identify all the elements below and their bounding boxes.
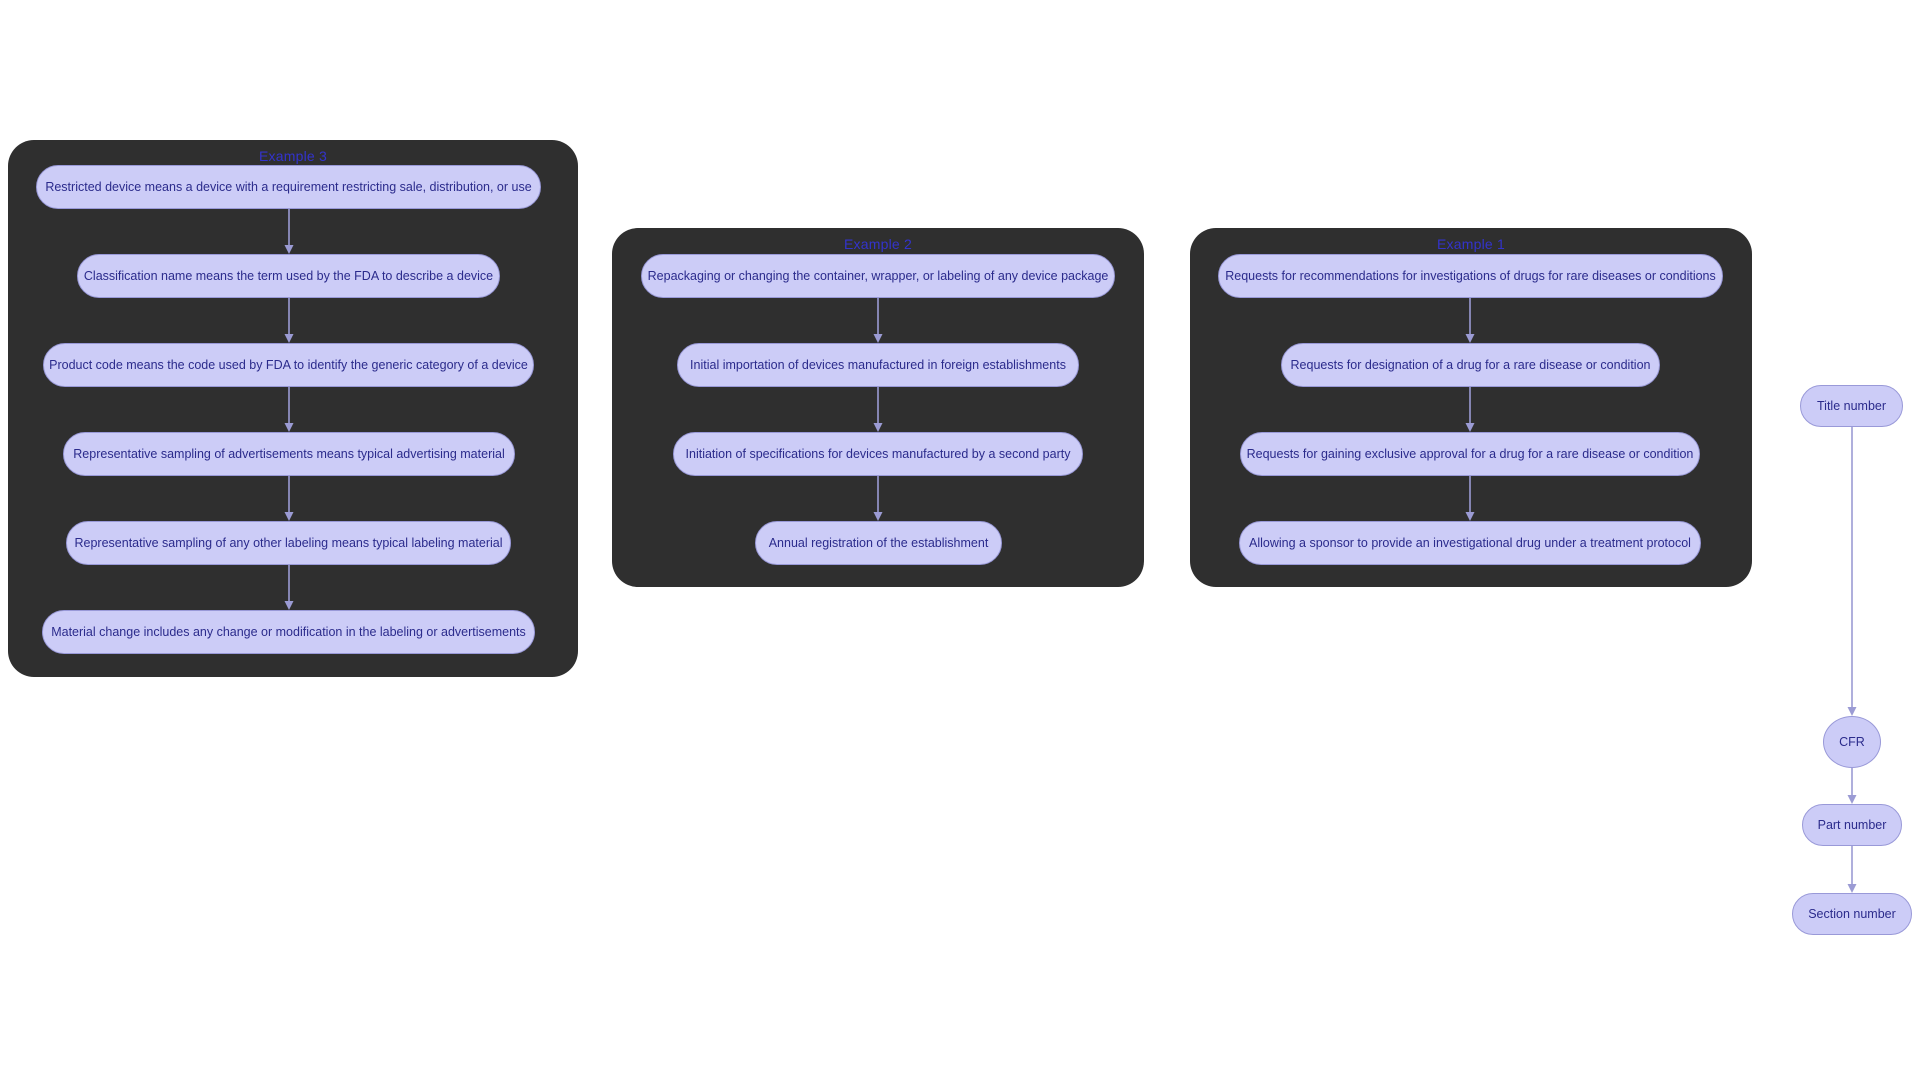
flow-node[interactable]: Annual registration of the establishment [755,521,1002,565]
subgraph-title-example-1: Example 1 [1437,236,1505,252]
subgraph-title-example-3: Example 3 [259,148,327,164]
flow-node[interactable]: Representative sampling of any other lab… [66,521,511,565]
flow-node[interactable]: CFR [1823,716,1881,768]
flow-node[interactable]: Requests for recommendations for investi… [1218,254,1723,298]
flow-node[interactable]: Material change includes any change or m… [42,610,535,654]
arrow-head-icon [1847,795,1857,804]
flow-node[interactable]: Initiation of specifications for devices… [673,432,1083,476]
subgraph-example-3: Example 3 [8,140,578,677]
arrow-head-icon [1847,884,1857,893]
flow-node[interactable]: Representative sampling of advertisement… [63,432,515,476]
flow-node[interactable]: Product code means the code used by FDA … [43,343,534,387]
flow-edge [1847,427,1857,716]
flow-edge [1847,846,1857,893]
flow-node[interactable]: Section number [1792,893,1912,935]
flow-node[interactable]: Title number [1800,385,1903,427]
arrow-head-icon [1847,707,1857,716]
flow-node[interactable]: Requests for designation of a drug for a… [1281,343,1660,387]
flow-node[interactable]: Part number [1802,804,1902,846]
flow-node[interactable]: Allowing a sponsor to provide an investi… [1239,521,1701,565]
flow-node[interactable]: Classification name means the term used … [77,254,500,298]
flowchart-canvas: Example 3 Example 2 Example 1 Restricted d… [0,0,1920,1080]
flow-edge [1847,768,1857,804]
subgraph-title-example-2: Example 2 [844,236,912,252]
flow-node[interactable]: Restricted device means a device with a … [36,165,541,209]
flow-node[interactable]: Repackaging or changing the container, w… [641,254,1115,298]
flow-node[interactable]: Requests for gaining exclusive approval … [1240,432,1700,476]
flow-node[interactable]: Initial importation of devices manufactu… [677,343,1079,387]
